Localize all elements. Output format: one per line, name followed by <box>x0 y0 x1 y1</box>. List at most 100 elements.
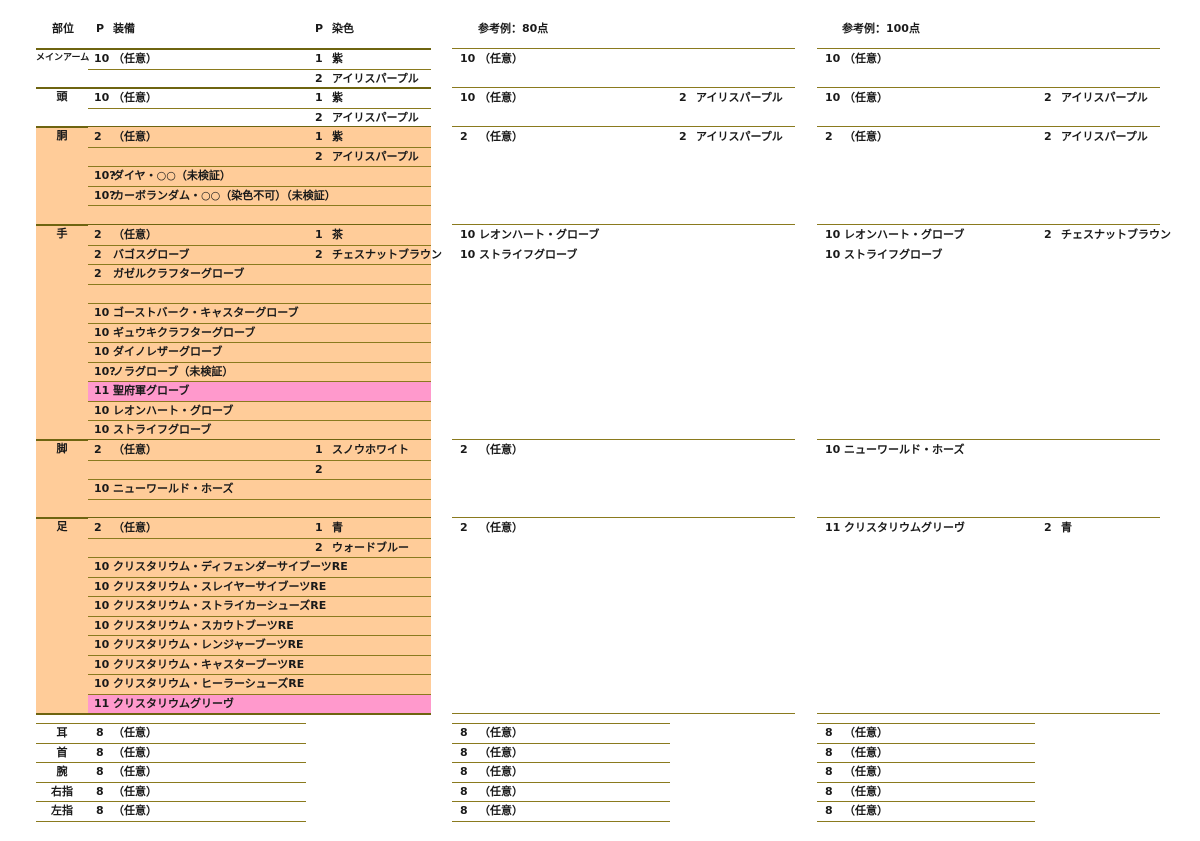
row-p: 2 <box>94 130 102 143</box>
row-p: 2 <box>94 521 102 534</box>
row-equip: クリスタリウムグリーヴ <box>113 696 234 710</box>
row-dye-p: 2 <box>315 540 323 554</box>
ref80_accessories-rule <box>452 801 670 802</box>
ref80-equip: （任意） <box>479 443 523 456</box>
row-equip: バゴスグローブ <box>113 247 190 261</box>
row-dye-p: 2 <box>315 149 323 163</box>
row-dye-p: 1 <box>315 521 323 534</box>
ref100-equip: クリスタリウムグリーヴ <box>844 521 965 534</box>
ref100-dye-p: 2 <box>1044 228 1052 241</box>
row-equip: クリスタリウム・ストライカーシューズRE <box>113 599 327 612</box>
ref100-equip: （任意） <box>844 91 888 104</box>
header-ref80: 参考例：80点 <box>478 22 549 35</box>
row-equip: クリスタリウム・レンジャーブーツRE <box>113 638 304 651</box>
ref100-equip: （任意） <box>844 130 888 143</box>
row-rule <box>88 146 431 148</box>
row-equip: （任意） <box>113 130 157 143</box>
header-p: P <box>96 22 105 35</box>
acc-rule <box>36 742 306 744</box>
row-dye-p: 2 <box>315 71 323 85</box>
row-equip: クリスタリウム・スカウトブーツRE <box>113 618 294 632</box>
row-dye-p: 2 <box>315 110 323 124</box>
ref80_accessories-equip: （任意） <box>479 784 523 798</box>
acc-rule <box>36 781 306 783</box>
row-rule <box>88 185 431 187</box>
ref100-p: 10 <box>825 228 841 241</box>
row-dye-p: 1 <box>315 443 323 456</box>
ref80-section-rule <box>452 517 795 518</box>
row-dye: アイリスパープル <box>332 110 419 124</box>
row-p: 10 <box>94 482 110 495</box>
row-p: 2 <box>94 228 102 241</box>
row-dye-p: 1 <box>315 52 323 65</box>
ref80-section-rule <box>452 48 795 49</box>
acc-equip: （任意） <box>113 726 157 739</box>
row-rule <box>88 303 431 304</box>
ref100_accessories-p: 8 <box>825 784 833 798</box>
row-p: 2 <box>94 267 102 280</box>
row-rule <box>88 557 431 558</box>
row-dye: スノウホワイト <box>332 443 409 456</box>
row-dye: 紫 <box>332 52 343 65</box>
part-label: 胴 <box>56 129 68 142</box>
acc-rule <box>36 801 306 802</box>
row-rule <box>88 596 431 597</box>
row-bg <box>88 205 431 225</box>
ref100-section-rule <box>817 439 1160 440</box>
ref100-equip: ストライフグローブ <box>844 247 943 261</box>
row-dye: アイリスパープル <box>332 149 419 163</box>
header-dye: 染色 <box>332 22 354 35</box>
acc-p: 8 <box>96 726 104 739</box>
row-rule <box>88 615 431 617</box>
ref100_accessories-equip: （任意） <box>844 726 888 739</box>
row-equip: ギュウキクラフターグローブ <box>113 325 256 339</box>
ref100-equip: レオンハート・グローブ <box>844 228 965 241</box>
row-p: 10 <box>94 560 110 573</box>
row-equip: （任意） <box>113 228 157 241</box>
section-rule <box>36 713 431 715</box>
ref80-section-rule <box>452 439 795 440</box>
ref100-dye-p: 2 <box>1044 130 1052 143</box>
ref80_accessories-p: 8 <box>460 784 468 798</box>
row-rule <box>88 107 431 109</box>
row-dye: ウォードブルー <box>332 540 409 554</box>
row-rule <box>88 400 431 402</box>
part-label: 手 <box>56 227 68 240</box>
ref80-equip: （任意） <box>479 91 523 104</box>
ref100_accessories-p: 8 <box>825 726 833 739</box>
ref80-dye-p: 2 <box>679 130 687 143</box>
acc-equip: （任意） <box>113 784 157 798</box>
ref100-dye: アイリスパープル <box>1061 91 1148 104</box>
ref100-p: 10 <box>825 247 841 261</box>
acc-p: 8 <box>96 745 104 759</box>
row-p: 10 <box>94 599 110 612</box>
ref100-section-rule <box>817 224 1160 225</box>
acc-part: 首 <box>56 745 68 759</box>
ref80-dye-p: 2 <box>679 91 687 104</box>
ref80_accessories-rule <box>452 742 670 744</box>
acc-rule <box>36 820 306 822</box>
ref100-equip: ニューワールド・ホーズ <box>844 443 965 456</box>
row-p: 10 <box>94 638 110 651</box>
row-rule <box>88 576 431 578</box>
part-label: 頭 <box>56 90 68 103</box>
row-p: 10 <box>94 306 110 319</box>
ref100_accessories-equip: （任意） <box>844 804 888 817</box>
row-equip: （任意） <box>113 52 157 65</box>
part-label: 脚 <box>56 442 68 455</box>
acc-part: 左指 <box>51 804 73 817</box>
ref100_accessories-p: 8 <box>825 765 833 778</box>
part-label: 足 <box>56 520 68 533</box>
row-bg <box>88 459 431 479</box>
ref80_accessories-p: 8 <box>460 765 468 778</box>
row-bg <box>88 283 431 303</box>
ref100_accessories-equip: （任意） <box>844 765 888 778</box>
ref100-p: 2 <box>825 130 833 143</box>
ref80-section-rule <box>452 126 795 127</box>
ref80_accessories-p: 8 <box>460 804 468 817</box>
acc-p: 8 <box>96 784 104 798</box>
acc-equip: （任意） <box>113 804 157 817</box>
ref80-equip: （任意） <box>479 521 523 534</box>
row-rule <box>88 342 431 343</box>
acc-equip: （任意） <box>113 765 157 778</box>
